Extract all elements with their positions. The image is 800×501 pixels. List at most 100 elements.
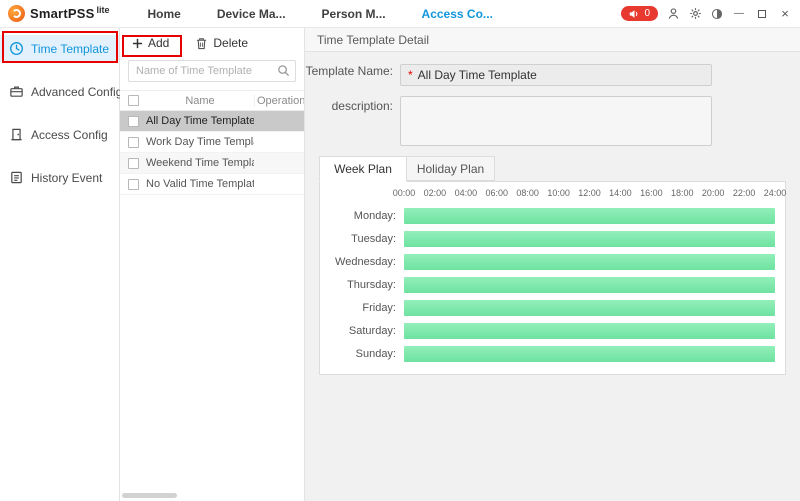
tab-week-plan[interactable]: Week Plan — [319, 156, 407, 182]
day-row-sunday: Sunday: — [320, 345, 775, 362]
title-bar: SmartPSS lite Home Device Ma... Person M… — [0, 0, 800, 28]
table-row-no-valid[interactable]: No Valid Time Template — [120, 174, 304, 195]
row-checkbox[interactable] — [128, 116, 139, 127]
week-plan-grid: 00:00 02:00 04:00 06:00 08:00 10:00 12:0… — [319, 181, 786, 375]
day-row-monday: Monday: — [320, 207, 775, 224]
hour-tick: 06:00 — [485, 188, 508, 198]
tab-holiday-plan[interactable]: Holiday Plan — [407, 156, 495, 181]
template-name-value: All Day Time Template — [418, 68, 537, 82]
brand-name: SmartPSS — [30, 6, 94, 21]
description-field[interactable] — [400, 96, 712, 146]
time-bar-tuesday[interactable] — [404, 231, 775, 247]
hour-tick: 02:00 — [424, 188, 447, 198]
table-header: Name Operation — [120, 90, 304, 111]
nav-access-control[interactable]: Access Co... — [422, 7, 493, 21]
select-all-checkbox[interactable] — [128, 95, 139, 106]
hour-tick: 14:00 — [609, 188, 632, 198]
template-list-panel: Add Delete Name Operation All — [120, 28, 305, 501]
speaker-icon — [629, 9, 640, 19]
required-mark: * — [408, 68, 413, 82]
app-logo-icon — [8, 5, 25, 22]
day-row-tuesday: Tuesday: — [320, 230, 775, 247]
minimize-button[interactable]: — — [732, 6, 746, 22]
search-input[interactable] — [128, 60, 296, 82]
scrollbar-thumb[interactable] — [122, 493, 177, 498]
add-button[interactable]: Add — [132, 36, 169, 50]
maximize-button[interactable] — [755, 6, 769, 22]
template-name-row: Template Name: * All Day Time Template — [305, 64, 800, 86]
template-name-field[interactable]: * All Day Time Template — [400, 64, 712, 86]
hour-tick: 08:00 — [516, 188, 539, 198]
day-row-wednesday: Wednesday: — [320, 253, 775, 270]
table-row-all-day[interactable]: All Day Time Template — [120, 111, 304, 132]
sidebar-item-time-template[interactable]: Time Template — [0, 35, 119, 62]
hour-tick: 10:00 — [547, 188, 570, 198]
door-icon — [9, 127, 24, 142]
time-bar-sunday[interactable] — [404, 346, 775, 362]
app-window: SmartPSS lite Home Device Ma... Person M… — [0, 0, 800, 501]
row-name: Weekend Time Template — [146, 157, 254, 169]
gear-icon[interactable] — [689, 7, 702, 20]
brand-suffix: lite — [96, 5, 109, 15]
plus-icon — [132, 38, 143, 49]
time-bar-monday[interactable] — [404, 208, 775, 224]
alarm-button[interactable]: 0 — [621, 6, 658, 21]
theme-icon[interactable] — [711, 8, 723, 20]
sidebar-item-history-event[interactable]: History Event — [0, 164, 119, 191]
row-name: Work Day Time Template — [146, 136, 254, 148]
title-bar-controls: 0 — × — [621, 6, 792, 22]
user-icon[interactable] — [667, 7, 680, 20]
hour-tick: 18:00 — [671, 188, 694, 198]
nav-person-manager[interactable]: Person M... — [322, 7, 386, 21]
row-checkbox[interactable] — [128, 179, 139, 190]
sidebar-item-access-config[interactable]: Access Config — [0, 121, 119, 148]
delete-button[interactable]: Delete — [195, 36, 248, 50]
sidebar: Time Template Advanced Config Access Con… — [0, 28, 120, 501]
time-bar-saturday[interactable] — [404, 323, 775, 339]
maximize-icon — [758, 10, 766, 18]
nav-device-manager[interactable]: Device Ma... — [217, 7, 286, 21]
main-area: Time Template Advanced Config Access Con… — [0, 28, 800, 501]
search-icon[interactable] — [277, 64, 290, 82]
hour-tick: 00:00 — [393, 188, 416, 198]
time-bar-thursday[interactable] — [404, 277, 775, 293]
add-button-label: Add — [148, 36, 169, 50]
sidebar-item-label: Time Template — [31, 42, 109, 56]
time-bar-friday[interactable] — [404, 300, 775, 316]
time-bar-wednesday[interactable] — [404, 254, 775, 270]
delete-button-label: Delete — [213, 36, 248, 50]
row-checkbox[interactable] — [128, 137, 139, 148]
column-header-name: Name — [146, 95, 254, 107]
list-toolbar: Add Delete — [120, 28, 304, 58]
column-header-operation: Operation — [254, 95, 304, 107]
description-label: description: — [305, 96, 400, 113]
top-nav: Home Device Ma... Person M... Access Co.… — [147, 7, 492, 21]
day-label: Sunday: — [320, 348, 404, 360]
description-row: description: — [305, 96, 800, 146]
day-label: Saturday: — [320, 325, 404, 337]
sidebar-item-label: Advanced Config — [31, 85, 122, 99]
nav-home[interactable]: Home — [147, 7, 180, 21]
close-button[interactable]: × — [778, 6, 792, 22]
sidebar-item-advanced-config[interactable]: Advanced Config — [0, 78, 119, 105]
clock-icon — [9, 41, 24, 56]
row-name: All Day Time Template — [146, 115, 254, 127]
horizontal-scrollbar[interactable] — [122, 493, 302, 499]
hour-tick: 22:00 — [733, 188, 756, 198]
table-row-work-day[interactable]: Work Day Time Template — [120, 132, 304, 153]
plan-tabs: Week Plan Holiday Plan — [319, 156, 800, 181]
hour-tick: 16:00 — [640, 188, 663, 198]
table-row-weekend[interactable]: Weekend Time Template — [120, 153, 304, 174]
day-row-saturday: Saturday: — [320, 322, 775, 339]
day-row-thursday: Thursday: — [320, 276, 775, 293]
toolbox-icon — [9, 84, 24, 99]
day-label: Thursday: — [320, 279, 404, 291]
hours-axis: 00:00 02:00 04:00 06:00 08:00 10:00 12:0… — [404, 188, 775, 201]
day-row-friday: Friday: — [320, 299, 775, 316]
row-checkbox[interactable] — [128, 158, 139, 169]
template-name-label: Template Name: — [305, 64, 400, 86]
hour-tick: 20:00 — [702, 188, 725, 198]
search-box — [128, 60, 296, 82]
hour-tick: 12:00 — [578, 188, 601, 198]
hour-tick: 04:00 — [455, 188, 478, 198]
